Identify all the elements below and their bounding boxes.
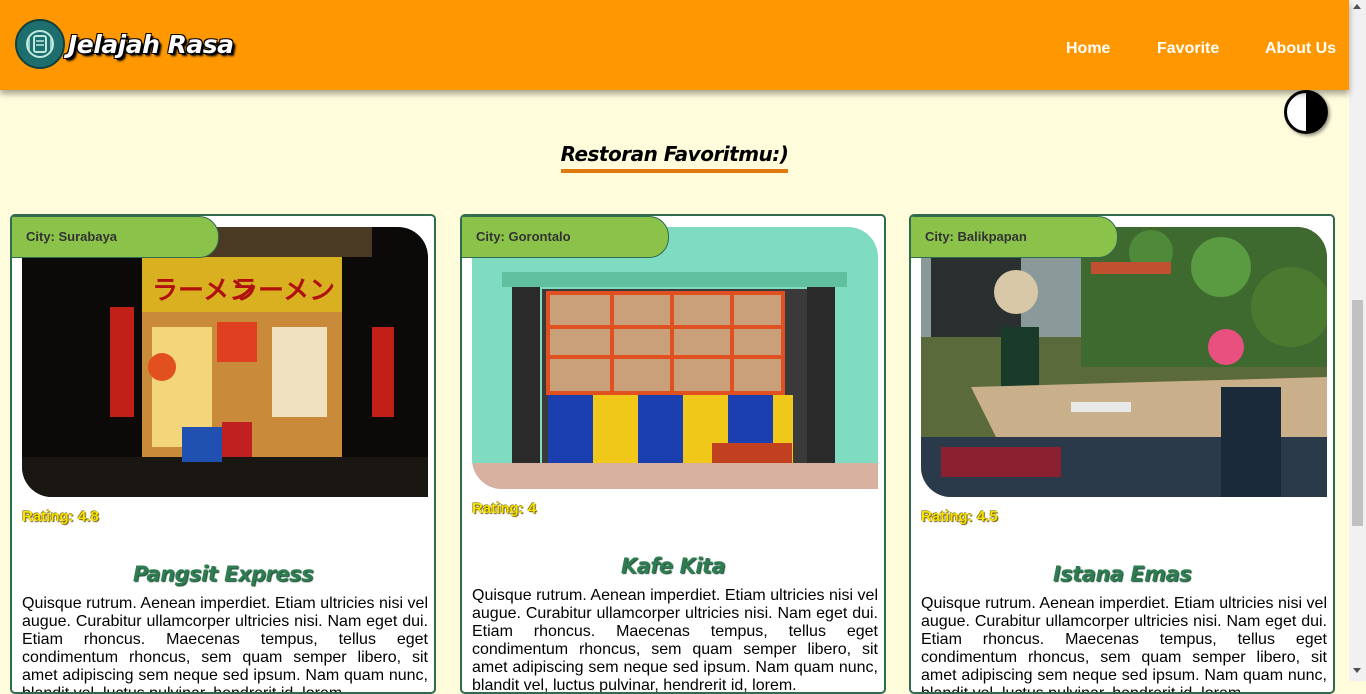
restaurant-card[interactable]: City: Balikpapan Rating: 4.5 Istana Emas… <box>909 214 1335 694</box>
restaurant-name[interactable]: Istana Emas <box>911 562 1333 586</box>
restaurant-image <box>472 227 878 489</box>
restaurant-logo-icon[interactable] <box>15 19 65 69</box>
restaurant-name[interactable]: Pangsit Express <box>12 562 434 586</box>
restaurant-description: Quisque rutrum. Aenean imperdiet. Etiam … <box>921 595 1327 694</box>
nav-favorite-link[interactable]: Favorite <box>1157 40 1219 58</box>
restaurant-image: ラーメン ラーメン <box>22 227 428 497</box>
section-title: Restoran Favoritmu:) <box>560 142 789 173</box>
section-title-wrapper: Restoran Favoritmu:) <box>0 142 1349 173</box>
theme-toggle-button[interactable] <box>1284 90 1328 134</box>
app-header: Jelajah Rasa Home Favorite About Us <box>0 0 1349 90</box>
city-badge: City: Balikpapan <box>911 216 1118 258</box>
restaurant-description: Quisque rutrum. Aenean imperdiet. Etiam … <box>22 595 428 694</box>
svg-text:ラーメン: ラーメン <box>232 276 335 306</box>
brand-title[interactable]: Jelajah Rasa <box>68 30 234 59</box>
city-badge: City: Surabaya <box>12 216 219 258</box>
restaurant-image <box>921 227 1327 497</box>
scrollbar-thumb[interactable] <box>1352 300 1363 526</box>
scroll-up-arrow-icon[interactable] <box>1353 4 1361 9</box>
restaurant-description: Quisque rutrum. Aenean imperdiet. Etiam … <box>472 587 878 694</box>
restaurant-card[interactable]: City: Gorontalo Rating: 4 Kafe Kita Quis… <box>460 214 886 694</box>
rating-label: Rating: 4.5 <box>921 508 998 525</box>
restaurant-card[interactable]: ラーメン ラーメン City: Surabaya Rating: 4.8 Pan… <box>10 214 436 694</box>
rating-label: Rating: 4.8 <box>22 508 99 525</box>
rating-label: Rating: 4 <box>472 500 537 517</box>
page-scrollbar[interactable] <box>1349 0 1366 681</box>
scroll-down-arrow-icon[interactable] <box>1353 668 1361 673</box>
nav-about-link[interactable]: About Us <box>1265 40 1336 58</box>
restaurant-name[interactable]: Kafe Kita <box>462 554 884 578</box>
nav-home-link[interactable]: Home <box>1066 40 1110 58</box>
city-badge: City: Gorontalo <box>462 216 669 258</box>
